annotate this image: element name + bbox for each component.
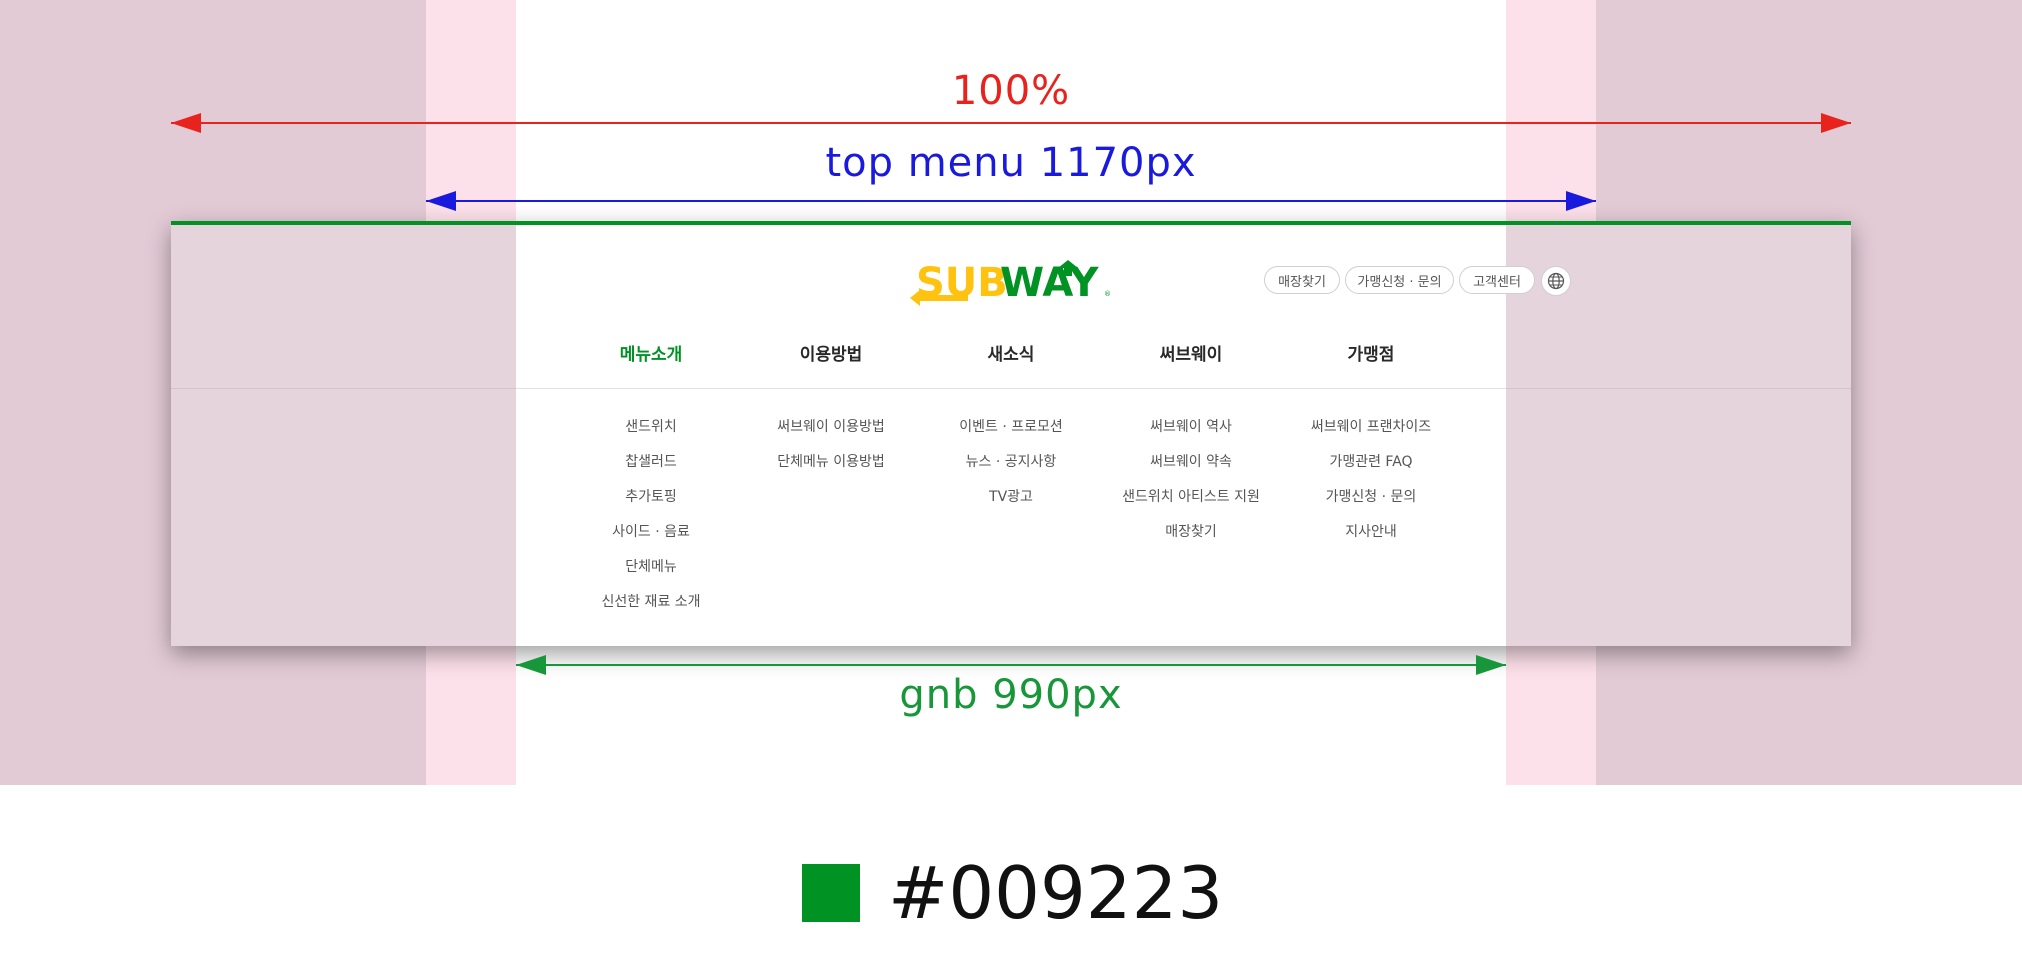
submenu-subway: 써브웨이 역사 써브웨이 약속 샌드위치 아티스트 지원 매장찾기 xyxy=(1101,415,1281,555)
svg-text:®: ® xyxy=(1104,290,1111,298)
globe-icon[interactable] xyxy=(1541,266,1571,296)
submenu-item[interactable]: 뉴스 · 공지사항 xyxy=(921,450,1101,485)
gnb-franchise[interactable]: 가맹점 xyxy=(1281,340,1461,365)
submenu-item[interactable]: 이벤트 · 프로모션 xyxy=(921,415,1101,450)
full-width-label: 100% xyxy=(951,68,1071,114)
submenu-franchise: 써브웨이 프랜차이즈 가맹관련 FAQ 가맹신청 · 문의 지사안내 xyxy=(1281,415,1461,555)
brand-color-swatch xyxy=(802,864,860,922)
submenu-item[interactable]: TV광고 xyxy=(921,485,1101,520)
submenu-item[interactable]: 지사안내 xyxy=(1281,520,1461,555)
shade-left xyxy=(171,225,516,646)
submenu-item[interactable]: 가맹신청 · 문의 xyxy=(1281,485,1461,520)
submenu-how-to-use: 써브웨이 이용방법 단체메뉴 이용방법 xyxy=(741,415,921,485)
submenu-item[interactable]: 단체메뉴 이용방법 xyxy=(741,450,921,485)
submenu-item[interactable]: 신선한 재료 소개 xyxy=(561,590,741,625)
subway-logo[interactable]: SUB WAY ® xyxy=(908,256,1116,308)
util-store-locator[interactable]: 매장찾기 xyxy=(1264,266,1340,294)
submenu-item[interactable]: 써브웨이 약속 xyxy=(1101,450,1281,485)
util-franchise-inquiry[interactable]: 가맹신청 · 문의 xyxy=(1345,266,1454,294)
logo-sub-text: SUB xyxy=(916,260,1008,306)
submenu-item[interactable]: 찹샐러드 xyxy=(561,450,741,485)
gnb-width-label: gnb 990px xyxy=(899,672,1123,718)
top-menu-width-label: top menu 1170px xyxy=(825,140,1197,186)
globe-icon-glyph xyxy=(1547,272,1565,290)
gnb-how-to-use[interactable]: 이용방법 xyxy=(741,340,921,365)
brand-color-hex-label: #009223 xyxy=(888,851,1224,935)
submenu-item[interactable]: 샌드위치 아티스트 지원 xyxy=(1101,485,1281,520)
submenu-item[interactable]: 써브웨이 프랜차이즈 xyxy=(1281,415,1461,450)
gnb-subway[interactable]: 써브웨이 xyxy=(1101,340,1281,365)
submenu-news: 이벤트 · 프로모션 뉴스 · 공지사항 TV광고 xyxy=(921,415,1101,520)
submenu-item[interactable]: 추가토핑 xyxy=(561,485,741,520)
submenu-item[interactable]: 매장찾기 xyxy=(1101,520,1281,555)
gnb-news[interactable]: 새소식 xyxy=(921,340,1101,365)
submenu-item[interactable]: 써브웨이 이용방법 xyxy=(741,415,921,450)
submenu-item[interactable]: 단체메뉴 xyxy=(561,555,741,590)
submenu-item[interactable]: 사이드 · 음료 xyxy=(561,520,741,555)
gnb-menu-intro[interactable]: 메뉴소개 xyxy=(561,340,741,365)
util-customer-center[interactable]: 고객센터 xyxy=(1459,266,1535,294)
submenu-item[interactable]: 샌드위치 xyxy=(561,415,741,450)
logo-way-text: WAY xyxy=(1000,260,1099,306)
submenu-item[interactable]: 써브웨이 역사 xyxy=(1101,415,1281,450)
submenu-item[interactable]: 가맹관련 FAQ xyxy=(1281,450,1461,485)
submenu-menu-intro: 샌드위치 찹샐러드 추가토핑 사이드 · 음료 단체메뉴 신선한 재료 소개 xyxy=(561,415,741,625)
